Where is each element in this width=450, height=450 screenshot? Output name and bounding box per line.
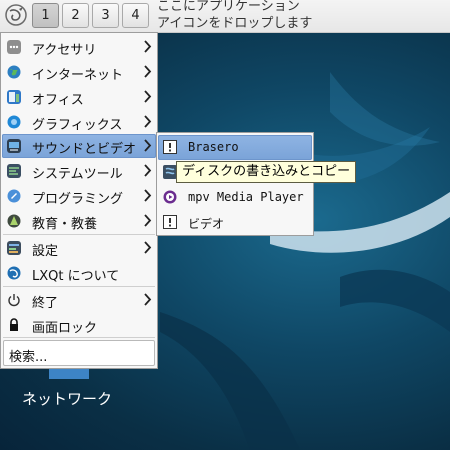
education-icon <box>7 214 21 228</box>
menu-item-lock-screen[interactable]: 画面ロック <box>2 313 156 337</box>
menu-item-office[interactable]: オフィス <box>2 85 156 109</box>
quicklaunch-drop-hint: ここにアプリケーション アイコンをドロップします <box>157 0 313 31</box>
lock-icon <box>10 318 18 331</box>
chevron-right-icon <box>144 90 152 103</box>
system-tools-icon <box>7 164 21 178</box>
chevron-right-icon <box>144 139 152 152</box>
chevron-right-icon <box>144 40 152 53</box>
mpv-icon <box>163 190 177 204</box>
menu-item-system-tools[interactable]: システムツール <box>2 159 156 183</box>
application-menu: アクセサリ インターネット オフィス グラフィックス サウンドとビデオ システム… <box>0 32 158 369</box>
chevron-right-icon <box>144 293 152 306</box>
chevron-right-icon <box>144 164 152 177</box>
menu-item-sound-video[interactable]: サウンドとビデオ <box>2 134 156 158</box>
accessories-icon <box>7 40 21 54</box>
power-icon <box>8 294 20 307</box>
menu-item-education[interactable]: 教育・教養 <box>2 209 156 233</box>
submenu-item-brasero[interactable]: Brasero <box>158 135 312 160</box>
network-desktop-icon[interactable] <box>49 369 89 379</box>
settings-icon <box>7 241 21 255</box>
chevron-right-icon <box>144 214 152 227</box>
network-desktop-label[interactable]: ネットワーク <box>22 388 112 409</box>
chevron-right-icon <box>144 65 152 78</box>
menu-item-internet[interactable]: インターネット <box>2 60 156 84</box>
lxqt-menu-icon[interactable] <box>4 3 28 27</box>
video-icon <box>163 215 177 229</box>
menu-item-programming[interactable]: プログラミング <box>2 184 156 208</box>
brasero-tooltip: ディスクの書き込みとコピー <box>176 161 357 183</box>
menu-item-leave[interactable]: 終了 <box>2 288 156 312</box>
workspace-2-button[interactable]: 2 <box>62 3 89 28</box>
menu-separator <box>3 286 155 287</box>
menu-item-about-lxqt[interactable]: LXQt について <box>2 261 156 285</box>
workspace-3-button[interactable]: 3 <box>92 3 119 28</box>
menu-separator <box>3 337 155 338</box>
menu-item-graphics[interactable]: グラフィックス <box>2 110 156 134</box>
office-icon <box>7 90 21 104</box>
chevron-right-icon <box>144 189 152 202</box>
graphics-icon <box>7 115 21 129</box>
sound-video-submenu: Brasero mpv Media Player ビデオ <box>156 132 314 236</box>
workspace-4-button[interactable]: 4 <box>122 3 149 28</box>
chevron-right-icon <box>144 241 152 254</box>
lxqt-about-icon <box>7 266 21 280</box>
multimedia-icon <box>7 139 21 153</box>
submenu-item-mpv[interactable]: mpv Media Player <box>158 185 312 210</box>
menu-item-settings[interactable]: 設定 <box>2 236 156 260</box>
top-panel: 1 2 3 4 ここにアプリケーション アイコンをドロップします <box>0 0 450 33</box>
brasero-icon <box>163 140 177 154</box>
chevron-right-icon <box>144 115 152 128</box>
menu-search-input[interactable]: 検索... <box>3 340 155 366</box>
menu-item-accessories[interactable]: アクセサリ <box>2 35 156 59</box>
menu-separator <box>3 234 155 235</box>
globe-icon <box>7 65 21 79</box>
programming-icon <box>7 189 21 203</box>
multimedia-app-icon <box>163 165 177 179</box>
workspace-1-button[interactable]: 1 <box>32 3 59 28</box>
submenu-item-video[interactable]: ビデオ <box>158 210 312 235</box>
